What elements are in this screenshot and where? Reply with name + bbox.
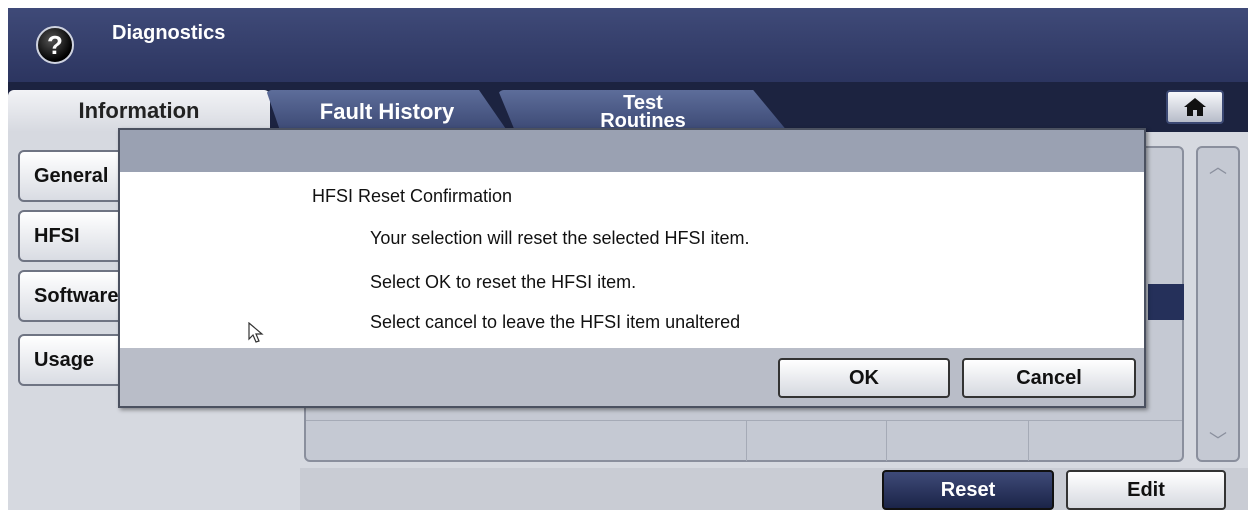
help-icon[interactable]: ? (36, 26, 74, 64)
tab-fault-history[interactable]: Fault History (266, 90, 508, 132)
dialog-message-line: Your selection will reset the selected H… (370, 228, 750, 248)
title-bar: ? Diagnostics (8, 8, 1248, 82)
scroll-up-icon[interactable]: ︿ (1198, 152, 1238, 182)
list-selected-row-highlight (1148, 284, 1184, 320)
tab-strip: Information Fault History Test Routines (8, 82, 1248, 132)
dialog-title-bar (120, 130, 1144, 172)
dialog-message-line: Select OK to reset the HFSI item. (370, 272, 637, 292)
dialog-message-line: Select cancel to leave the HFSI item una… (370, 312, 741, 332)
window-title: Diagnostics (112, 22, 226, 44)
dialog-heading: HFSI Reset Confirmation (312, 186, 513, 206)
confirmation-dialog: HFSI Reset Confirmation Your selection w… (118, 128, 1146, 408)
scrollbar[interactable]: ︿ ﹀ (1196, 146, 1240, 462)
tab-test-routines[interactable]: Test Routines (498, 90, 788, 132)
table-row[interactable] (306, 420, 1182, 461)
mouse-pointer-icon (248, 322, 264, 343)
home-icon (1184, 98, 1206, 116)
diagnostics-screen: ? Diagnostics Information Fault History … (8, 8, 1248, 510)
tab-information[interactable]: Information (8, 90, 270, 132)
home-button[interactable] (1166, 90, 1224, 124)
ok-button[interactable]: OK (778, 358, 950, 398)
dialog-footer: OK Cancel (120, 348, 1144, 406)
table-cell (886, 421, 1029, 461)
edit-button[interactable]: Edit (1066, 470, 1226, 510)
scroll-down-icon[interactable]: ﹀ (1198, 426, 1238, 456)
table-cell (746, 421, 887, 461)
dialog-body: HFSI Reset Confirmation Your selection w… (120, 172, 1144, 348)
cancel-button[interactable]: Cancel (962, 358, 1136, 398)
reset-button[interactable]: Reset (882, 470, 1054, 510)
table-cell (1028, 421, 1181, 461)
